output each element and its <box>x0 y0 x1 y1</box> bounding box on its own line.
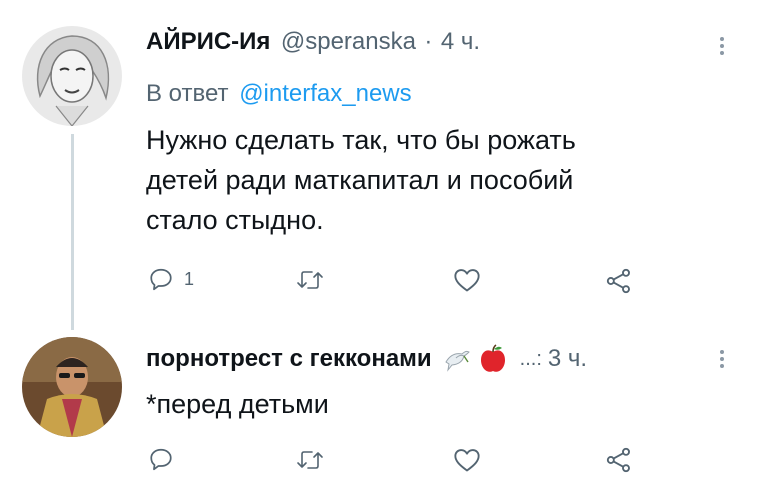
truncation-marker: ...: <box>519 347 542 370</box>
man-portrait-avatar-icon <box>22 337 122 437</box>
heart-icon <box>454 269 480 292</box>
retweet-button[interactable] <box>296 268 324 292</box>
reply-prefix: В ответ <box>146 80 229 107</box>
tweet-text-line: Нужно сделать так, что бы рожать <box>146 125 576 155</box>
reply-to-link[interactable]: @interfax_news <box>239 80 411 107</box>
reply-icon <box>150 268 172 291</box>
handle[interactable]: @speranska <box>281 28 416 55</box>
display-name[interactable]: порнотрест с гекконами <box>146 345 432 373</box>
separator: · <box>424 28 433 55</box>
retweet-icon <box>297 271 323 289</box>
share-icon <box>606 268 630 294</box>
tweet-text: Нужно сделать так, что бы рожать детей р… <box>146 120 726 240</box>
tweet-text-line: *перед детьми <box>146 389 329 419</box>
reply-context: В ответ @interfax_news <box>146 80 412 108</box>
like-button[interactable] <box>453 267 481 293</box>
tweet-text-line: стало стыдно. <box>146 205 324 235</box>
more-options-icon[interactable] <box>720 34 724 58</box>
retweet-icon <box>297 451 323 469</box>
share-button[interactable] <box>605 267 633 295</box>
woman-portrait-avatar-icon <box>22 26 122 126</box>
share-icon <box>606 447 630 473</box>
avatar[interactable] <box>22 337 122 437</box>
tweet-header: порнотрест с гекконами ...: 3 ч. <box>146 342 587 376</box>
tweet-text: *перед детьми <box>146 384 726 424</box>
display-name[interactable]: АЙРИС-Ия <box>146 28 270 55</box>
like-button[interactable] <box>453 447 481 473</box>
retweet-button[interactable] <box>296 448 324 472</box>
timestamp[interactable]: 4 ч. <box>441 28 480 55</box>
reply-button[interactable] <box>148 446 174 472</box>
reply-icon <box>150 448 172 471</box>
avatar[interactable] <box>22 26 122 126</box>
more-options-icon[interactable] <box>720 347 724 371</box>
tweet-text-line: детей ради маткапитал и пособий <box>146 165 574 195</box>
apple-icon <box>480 344 505 372</box>
share-button[interactable] <box>605 446 633 474</box>
heart-icon <box>454 449 480 472</box>
thread-connector-line <box>71 134 74 330</box>
reply-count: 1 <box>184 268 195 289</box>
reply-button[interactable]: 1 <box>148 266 194 292</box>
timestamp[interactable]: 3 ч. <box>548 345 587 373</box>
tweet-header: АЙРИС-Ия @speranska · 4 ч. <box>146 28 480 62</box>
dove-icon <box>444 350 470 372</box>
